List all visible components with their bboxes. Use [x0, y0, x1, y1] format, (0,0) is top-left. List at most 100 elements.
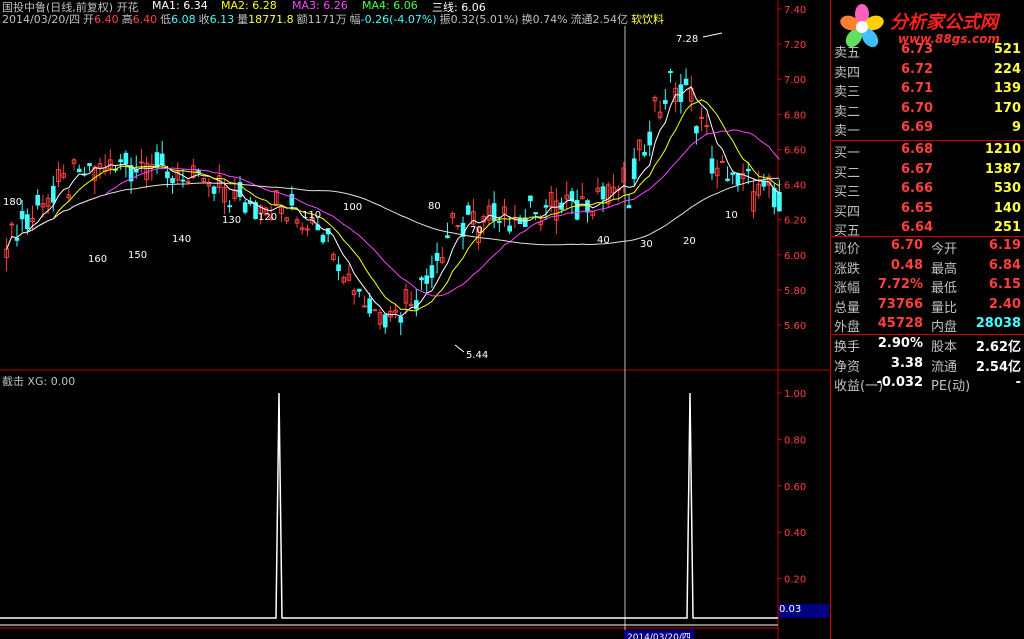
candle-body — [647, 131, 653, 146]
ma-period-label: 10 — [725, 210, 738, 221]
quote-value: 6.19 — [988, 238, 1021, 253]
candle-body — [771, 187, 777, 208]
quote-value: 7.72% — [877, 277, 923, 292]
quote-label: 内盘 — [931, 320, 958, 335]
candle-body — [165, 171, 170, 179]
candle-body — [356, 288, 362, 292]
candle-body — [9, 223, 15, 226]
order-row: 卖二 6.70 170 — [831, 101, 1024, 120]
order-label: 买四 — [834, 204, 861, 220]
candle-body — [362, 305, 367, 308]
high-label: 高 — [121, 13, 133, 26]
candle-body — [336, 264, 341, 272]
order-volume: 140 — [993, 200, 1021, 216]
amp-value: 0.32(5.01%) — [450, 13, 519, 26]
moving-average-line — [6, 99, 780, 312]
order-volume: 9 — [1011, 120, 1021, 135]
order-label: 买一 — [834, 146, 861, 161]
high-price-mark: 7.28 — [676, 34, 698, 45]
ma-period-label: 30 — [640, 239, 653, 250]
candle-body — [543, 205, 549, 208]
turnover-value: 换0.74% — [521, 13, 568, 26]
order-row: 买四 6.65 140 — [831, 201, 1024, 220]
candle-body — [25, 214, 30, 230]
candle-body — [398, 316, 404, 323]
candle-body — [50, 185, 56, 203]
fundamental-value: -0.032 — [876, 375, 923, 390]
fundamental-value: 2.54亿 — [975, 359, 1021, 375]
order-row: 卖一 6.69 9 — [831, 120, 1024, 139]
quote-label: 现价 — [834, 242, 861, 257]
quote-label: 总量 — [834, 300, 861, 316]
candle-body — [367, 298, 372, 314]
quote-label: 量比 — [931, 300, 958, 316]
ma-period-label: 40 — [597, 235, 610, 246]
order-volume: 251 — [993, 220, 1021, 235]
ma-period-label: 80 — [428, 201, 441, 212]
quote-label: 涨幅 — [834, 281, 861, 296]
candle-body — [320, 234, 326, 243]
volume-label: 量 — [237, 13, 249, 26]
xg-signal-line — [0, 392, 778, 619]
quote-row: 外盘 45728 内盘 28038 — [831, 316, 1024, 335]
candle-body — [678, 84, 684, 103]
quote-value: 73766 — [877, 296, 923, 312]
candle-body — [211, 186, 217, 194]
close-value: 6.13 — [209, 13, 235, 26]
quote-value: 6.70 — [890, 238, 923, 253]
order-label: 卖四 — [834, 65, 861, 81]
price-tick-label: 5.80 — [784, 286, 806, 297]
order-label: 买二 — [834, 165, 861, 181]
order-volume: 139 — [993, 81, 1021, 96]
price-tick-label: 6.00 — [784, 251, 806, 262]
order-price: 6.71 — [901, 81, 934, 96]
moving-average-line — [6, 86, 780, 318]
indicator-title: 截击 XG: 0.00 — [2, 375, 76, 388]
candle-body — [709, 158, 715, 174]
candle-body — [118, 159, 124, 163]
fundamental-label: 净资 — [834, 359, 861, 375]
high-value: 6.40 — [132, 13, 158, 26]
candle-body — [600, 186, 606, 200]
candle-body — [777, 192, 782, 212]
price-tick-label: 7.00 — [784, 75, 806, 86]
price-tick-label: 6.40 — [784, 181, 806, 192]
open-value: 6.40 — [94, 13, 119, 26]
quote-label: 外盘 — [834, 320, 861, 335]
quote-value: 28038 — [975, 316, 1021, 331]
order-label: 卖三 — [834, 85, 861, 100]
industry-value: 软饮料 — [631, 13, 665, 26]
order-row: 买一 6.68 1210 — [831, 142, 1024, 161]
candle-body — [372, 309, 378, 312]
candle-body — [305, 228, 310, 231]
candle-body — [87, 163, 92, 167]
candle-body — [735, 172, 741, 185]
price-tick-label: 5.60 — [784, 321, 806, 332]
divider — [831, 334, 1024, 335]
fundamental-row: 换手 2.90% 股本 2.62亿 — [831, 336, 1024, 355]
candle-body — [429, 265, 435, 278]
amount-label: 额 — [296, 13, 308, 26]
fundamental-label: PE(动) — [931, 379, 971, 394]
fundamental-value: - — [1015, 375, 1021, 390]
candle-body — [242, 202, 248, 213]
volume-value: 18771.8 — [248, 13, 294, 26]
fundamental-row: 净资 3.38 流通 2.54亿 — [831, 356, 1024, 375]
indicator-tick-label: 1.00 — [784, 389, 806, 400]
quote-value: 6.84 — [988, 257, 1021, 273]
divider — [831, 236, 1024, 237]
quote-label: 涨跌 — [834, 261, 861, 277]
candle-body — [761, 180, 767, 187]
price-chart[interactable]: 7.40 7.20 7.00 6.80 6.60 6.40 6.20 6.00 5.80 5.60… — [0, 0, 830, 639]
fundamental-row: 收益(一) -0.032 PE(动) - — [831, 375, 1024, 394]
price-tick-label: 6.80 — [784, 110, 806, 121]
order-price: 6.64 — [901, 220, 934, 235]
quote-panel: 卖五 6.73 521 卖四 6.72 224 卖三 6.71 139 卖二 6.70 170 卖一 6.… — [830, 0, 1024, 639]
candle-body — [491, 203, 497, 221]
quote-value: 45728 — [877, 316, 923, 331]
order-row: 买三 6.66 530 — [831, 181, 1024, 200]
logo-text: 分析家公式网 — [890, 12, 998, 33]
change-value: -0.26(-4.07%) — [360, 13, 437, 26]
candle-body — [465, 205, 471, 215]
candle-body — [76, 168, 82, 173]
